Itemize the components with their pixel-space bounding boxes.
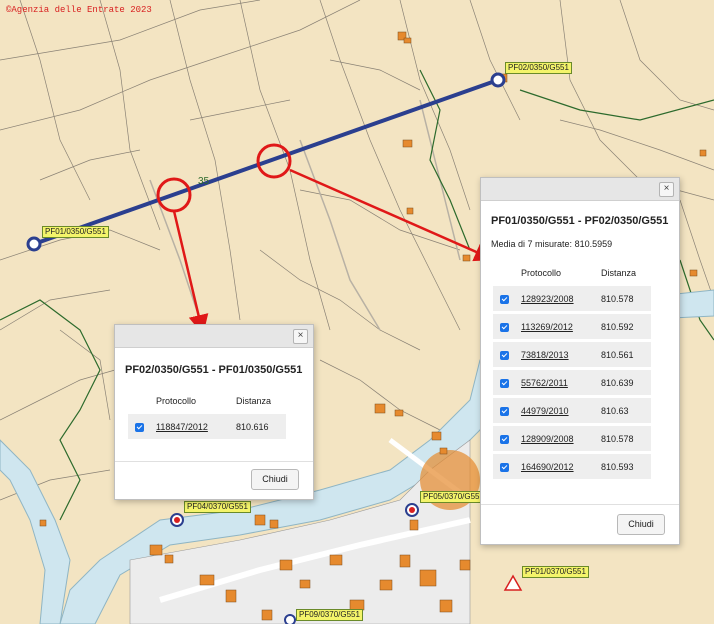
column-header-protocollo: Protocollo <box>156 396 197 406</box>
point-label-pf01-0350: PF01/0350/G551 <box>42 226 109 238</box>
dialog-titlebar[interactable]: × <box>481 178 679 201</box>
row-checkbox-cell[interactable] <box>493 426 515 451</box>
vertex-marker-pf09-0370[interactable] <box>284 614 296 624</box>
protocol-link[interactable]: 113269/2012 <box>515 314 595 339</box>
distance-value: 810.561 <box>595 342 651 367</box>
point-label-pf01-0370: PF01/0370/G551 <box>522 566 589 578</box>
copyright-text: ©Agenzia delle Entrate 2023 <box>6 5 152 15</box>
dialog-footer <box>481 504 679 505</box>
chiudi-button[interactable]: Chiudi <box>617 514 665 535</box>
point-marker-pf01-0350[interactable] <box>26 236 42 252</box>
point-marker-pf02-0350[interactable] <box>490 72 506 88</box>
point-label-pf05-0370: PF05/0370/G55 <box>420 491 483 503</box>
row-checkbox-cell[interactable] <box>128 414 150 439</box>
average-value: 810.5959 <box>574 239 613 249</box>
column-header-distanza: Distanza <box>236 396 272 406</box>
table-row: 128909/2008 810.578 <box>493 426 651 451</box>
header-checkbox <box>493 263 515 283</box>
distance-value: 810.63 <box>595 398 651 423</box>
protocol-link[interactable]: 128923/2008 <box>515 286 595 311</box>
header-checkbox <box>128 391 150 411</box>
protocol-link[interactable]: 55762/2011 <box>515 370 595 395</box>
checkbox-checked-icon[interactable] <box>499 322 509 332</box>
point-label-pf09-0370: PF09/0370/G551 <box>296 609 363 621</box>
table-header: Protocollo Distanza <box>493 263 651 283</box>
dialog-title: PF02/0350/G551 - PF01/0350/G551 <box>125 364 303 376</box>
row-checkbox-cell[interactable] <box>493 454 515 479</box>
row-checkbox-cell[interactable] <box>493 286 515 311</box>
dialog-footer <box>115 461 313 462</box>
table-row: 113269/2012 810.592 <box>493 314 651 339</box>
measurements-table: Protocollo Distanza 118847/2012 810.616 <box>128 388 286 442</box>
protocol-link[interactable]: 44979/2010 <box>515 398 595 423</box>
checkbox-checked-icon[interactable] <box>499 406 509 416</box>
distance-label: 35 <box>198 176 210 187</box>
measurements-table: Protocollo Distanza 128923/2008 810.578 … <box>493 260 651 482</box>
checkbox-checked-icon[interactable] <box>134 422 144 432</box>
column-header-distanza: Distanza <box>601 268 637 278</box>
checkbox-checked-icon[interactable] <box>499 294 509 304</box>
protocol-link[interactable]: 73818/2013 <box>515 342 595 367</box>
distance-value: 810.592 <box>595 314 651 339</box>
checkbox-checked-icon[interactable] <box>499 350 509 360</box>
distance-value: 810.578 <box>595 286 651 311</box>
chiudi-button[interactable]: Chiudi <box>251 469 299 490</box>
table-header: Protocollo Distanza <box>128 391 286 411</box>
table-row: 55762/2011 810.639 <box>493 370 651 395</box>
protocol-link[interactable]: 164690/2012 <box>515 454 595 479</box>
close-icon[interactable]: × <box>659 182 674 197</box>
close-icon[interactable]: × <box>293 329 308 344</box>
distance-value: 810.616 <box>230 414 286 439</box>
average-summary: Media di 7 misurate: 810.5959 <box>491 239 612 249</box>
row-checkbox-cell[interactable] <box>493 314 515 339</box>
checkbox-checked-icon[interactable] <box>499 378 509 388</box>
point-label-pf04-0370: PF04/0370/G551 <box>184 501 251 513</box>
table-row: 44979/2010 810.63 <box>493 398 651 423</box>
distance-value: 810.639 <box>595 370 651 395</box>
table-row: 164690/2012 810.593 <box>493 454 651 479</box>
table-row: 128923/2008 810.578 <box>493 286 651 311</box>
protocol-link[interactable]: 118847/2012 <box>150 414 230 439</box>
row-checkbox-cell[interactable] <box>493 370 515 395</box>
row-checkbox-cell[interactable] <box>493 342 515 367</box>
protocol-link[interactable]: 128909/2008 <box>515 426 595 451</box>
checkbox-checked-icon[interactable] <box>499 434 509 444</box>
vertex-marker-pf04-0370[interactable] <box>170 513 184 527</box>
average-label: Media di 7 misurate: <box>491 239 573 249</box>
checkbox-checked-icon[interactable] <box>499 462 509 472</box>
table-row: 73818/2013 810.561 <box>493 342 651 367</box>
column-header-protocollo: Protocollo <box>521 268 562 278</box>
row-checkbox-cell[interactable] <box>493 398 515 423</box>
distance-value: 810.578 <box>595 426 651 451</box>
measure-dialog-right: × PF01/0350/G551 - PF02/0350/G551 Media … <box>480 177 680 545</box>
point-label-pf02-0350: PF02/0350/G551 <box>505 62 572 74</box>
table-row: 118847/2012 810.616 <box>128 414 286 439</box>
distance-value: 810.593 <box>595 454 651 479</box>
measure-dialog-left: × PF02/0350/G551 - PF01/0350/G551 Protoc… <box>114 324 314 500</box>
dialog-titlebar[interactable]: × <box>115 325 313 348</box>
vertex-marker-pf05-0370[interactable] <box>405 503 419 517</box>
dialog-title: PF01/0350/G551 - PF02/0350/G551 <box>491 215 669 227</box>
